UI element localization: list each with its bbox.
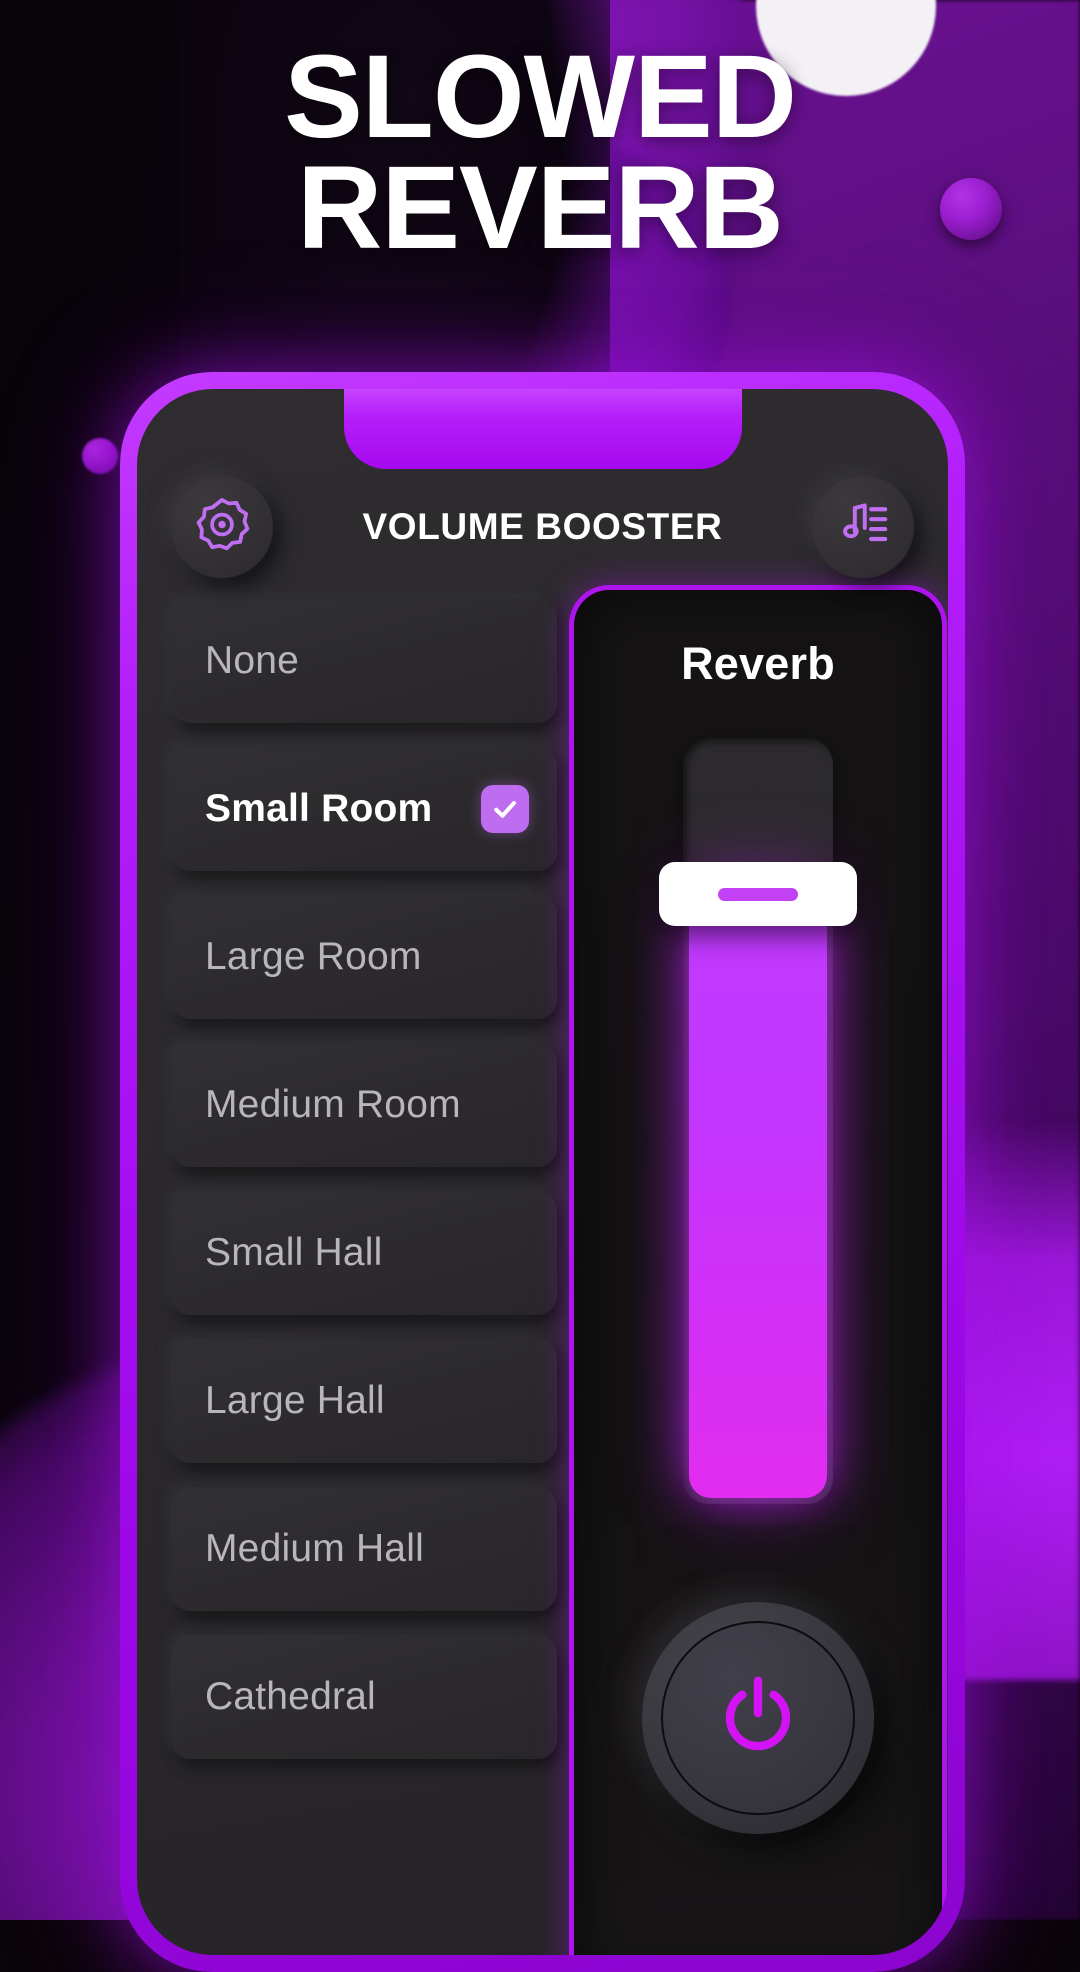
preset-item-medium-room[interactable]: Medium Room: [171, 1043, 557, 1167]
reverb-preset-list: None Small Room Large Room Medium Room S…: [137, 585, 557, 1955]
app-header: VOLUME BOOSTER: [137, 467, 948, 587]
hero-line-1: SLOWED: [284, 31, 797, 163]
app-body: None Small Room Large Room Medium Room S…: [137, 585, 948, 1955]
background-sphere-small: [82, 438, 118, 474]
power-icon: [710, 1668, 806, 1769]
phone-screen: VOLUME BOOSTER None Small Room Large Roo…: [137, 389, 948, 1955]
power-button-inner: [661, 1621, 855, 1815]
slider-fill: [689, 884, 827, 1498]
preset-item-medium-hall[interactable]: Medium Hall: [171, 1487, 557, 1611]
preset-label: Cathedral: [205, 1675, 376, 1718]
hero-heading: SLOWED REVERB: [0, 31, 1080, 274]
preset-label: Large Hall: [205, 1379, 385, 1422]
slider-thumb-grip: [718, 887, 798, 901]
reverb-column: Reverb: [557, 585, 948, 1955]
preset-label: Large Room: [205, 935, 422, 978]
preset-item-large-hall[interactable]: Large Hall: [171, 1339, 557, 1463]
reverb-level-slider[interactable]: [659, 738, 857, 1504]
preset-label: Small Hall: [205, 1231, 383, 1274]
reverb-title: Reverb: [681, 638, 835, 689]
phone-notch: [343, 389, 742, 469]
preset-label: None: [205, 639, 300, 682]
reverb-panel: Reverb: [569, 585, 947, 1955]
gear-icon: [193, 496, 251, 559]
settings-button[interactable]: [171, 476, 273, 578]
slider-thumb[interactable]: [659, 862, 857, 926]
preset-item-small-hall[interactable]: Small Hall: [171, 1191, 557, 1315]
preset-item-none[interactable]: None: [171, 599, 557, 723]
preset-item-large-room[interactable]: Large Room: [171, 895, 557, 1019]
checkmark-icon[interactable]: [481, 785, 529, 833]
preset-item-small-room[interactable]: Small Room: [171, 747, 557, 871]
music-playlist-icon: [835, 497, 891, 558]
page-title: VOLUME BOOSTER: [362, 506, 723, 547]
preset-label: Small Room: [205, 787, 433, 830]
preset-label: Medium Hall: [205, 1527, 424, 1570]
playlist-button[interactable]: [811, 476, 914, 578]
hero-line-2: REVERB: [297, 141, 784, 274]
preset-label: Medium Room: [205, 1083, 461, 1126]
phone-mockup: VOLUME BOOSTER None Small Room Large Roo…: [120, 372, 965, 1972]
preset-item-cathedral[interactable]: Cathedral: [171, 1635, 557, 1759]
power-button[interactable]: [642, 1602, 874, 1834]
